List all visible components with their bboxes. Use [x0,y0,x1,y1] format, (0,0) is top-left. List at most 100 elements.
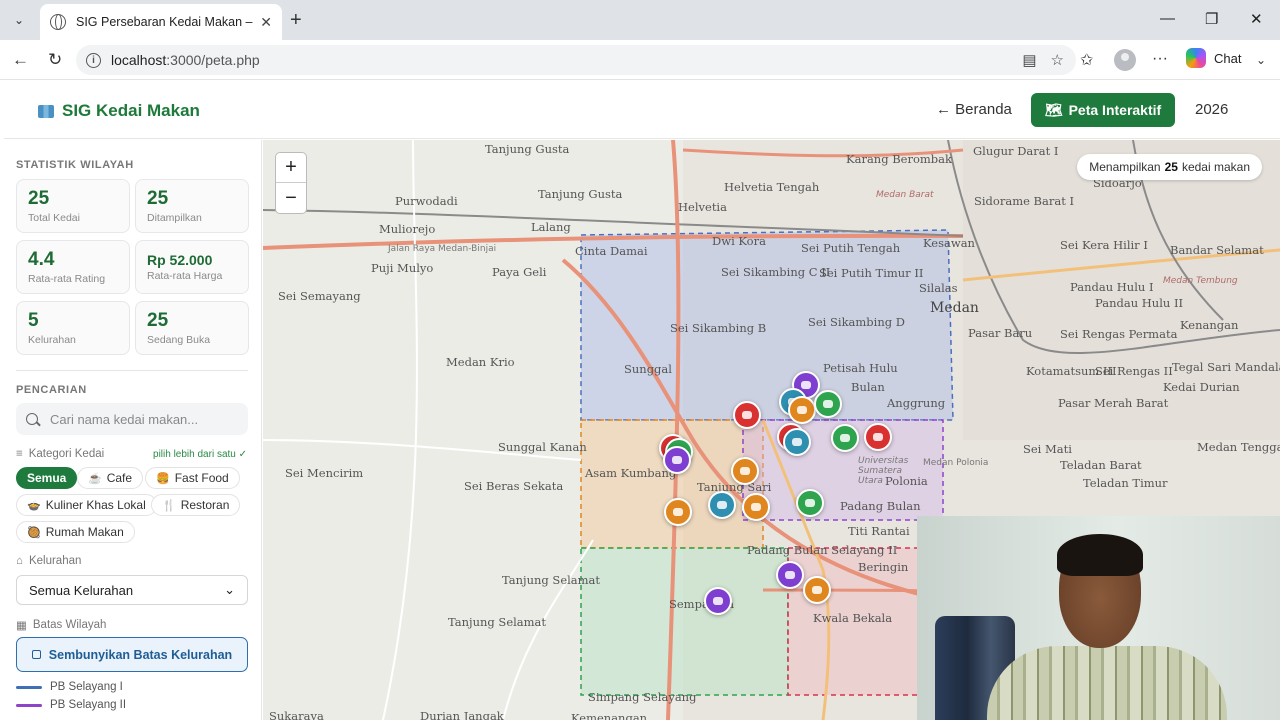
map-place-label: Sei Mati [1023,442,1072,456]
map-road-label: Jalan Raya Medan-Binjai [388,244,497,254]
map-place-label: Pasar Baru [968,326,1033,340]
stat-label: Sedang Buka [147,334,211,346]
chip-label: Semua [27,471,67,485]
category-chip-fast-food[interactable]: 🍔 Fast Food [145,467,240,489]
globe-icon [50,14,66,30]
boundary-label: Batas Wilayah [32,619,107,631]
results-counter: Menampilkan 25 kedai makan [1077,154,1262,180]
stat-card: Rp 52.000 Rata-rata Harga [135,240,249,294]
profile-avatar[interactable] [1114,49,1136,71]
map-place-label: Asam Kumbang [585,466,677,480]
map-marker[interactable] [704,587,732,615]
map-marker[interactable] [708,491,736,519]
counter-suffix: kedai makan [1181,160,1250,174]
map-place-label: Sidorame Barat I [974,194,1075,208]
map-place-label: Puji Mulyo [371,261,434,275]
toggle-boundary-button[interactable]: Sembunyikan Batas Kelurahan [16,637,248,672]
category-chip-kuliner-khas-lokal[interactable]: 🍲 Kuliner Khas Lokal [16,494,157,516]
close-window-icon[interactable]: ✕ [1250,10,1263,28]
stat-card: 4.4 Rata-rata Rating [16,240,130,294]
map-place-label: Padang Bulan Selayang II [747,543,898,557]
grid-icon: ▦ [16,620,27,632]
map-place-label: Sei Sikambing D [808,315,905,329]
map-place-label: Lalang [531,220,571,234]
map-place-label: Pasar Merah Barat [1058,396,1169,410]
map-place-label: Medan Polonia [923,458,989,468]
reload-icon[interactable]: ↻ [48,50,62,70]
map-place-label: Durian Jangak [420,709,504,720]
checkbox-icon [31,650,41,659]
map-place-label: Sei Sikambing C II [721,265,831,279]
district-polygon-green [580,547,789,696]
map-place-label: Sei Mencirim [285,466,364,480]
stat-label: Rata-rata Rating [28,273,106,285]
browser-tab[interactable]: SIG Persebaran Kedai Makan – Ked ✕ [40,4,282,40]
filter-icon: ≡ [16,448,23,460]
search-box[interactable] [16,403,248,435]
map-pin-icon: 🗺 [1044,101,1063,118]
search-input[interactable] [50,411,240,427]
map-marker[interactable] [733,401,761,429]
map-place-label: Dwi Kora [712,234,766,248]
map-place-label: Petisah Hulu [823,361,898,375]
map-marker[interactable] [864,423,892,451]
category-chip-rumah-makan[interactable]: 🥘 Rumah Makan [16,521,135,543]
brand[interactable]: SIG Kedai Makan [38,101,200,121]
zoom-in-button[interactable]: + [276,153,306,183]
kelurahan-label: Kelurahan [28,555,82,567]
new-tab-icon[interactable]: + [290,9,302,32]
stat-value: 25 [28,188,50,209]
stat-card: 25 Total Kedai [16,179,130,233]
copilot-chat-button[interactable]: Chat [1186,48,1241,68]
favorite-star-icon[interactable]: ☆ [1051,51,1064,69]
chat-label: Chat [1214,50,1242,66]
map-place-label: Muliorejo [379,222,436,236]
restore-icon[interactable]: ❐ [1205,10,1218,28]
counter-count: 25 [1164,160,1178,174]
minimize-icon[interactable]: — [1160,10,1175,27]
map-place-label: Sukaraya [269,709,324,720]
more-menu-icon[interactable]: ··· [1152,50,1168,68]
category-chip-restoran[interactable]: 🍴 Restoran [151,494,241,516]
zoom-out-button[interactable]: − [276,183,306,213]
zoom-control: + − [275,152,307,214]
map-marker[interactable] [814,390,842,418]
map-marker[interactable] [803,576,831,604]
map-marker[interactable] [776,561,804,589]
map-place-label: Anggrung [887,396,946,410]
kelurahan-select[interactable]: Semua Kelurahan ⌄ [16,575,248,605]
reader-mode-icon[interactable]: ▤ [1022,51,1036,69]
map-marker[interactable] [796,489,824,517]
favorites-icon[interactable]: ✩ [1080,50,1093,70]
map-marker[interactable] [664,498,692,526]
legend-item: PB Selayang I [16,681,123,693]
site-info-icon[interactable]: i [86,52,101,68]
sidebar: STATISTIK WILAYAH 25 Total Kedai 25 Dita… [4,140,262,720]
map-marker[interactable] [742,493,770,521]
map-place-label: Medan Barat [876,190,934,200]
chat-dropdown-icon[interactable]: ⌄ [1256,53,1266,67]
category-chip-cafe[interactable]: ☕ Cafe [77,467,144,489]
stat-value: 4.4 [28,249,55,270]
map-place-label: Medan Tenggara [1197,440,1280,454]
map-place-label: Tanjung Selamat [502,573,601,587]
nav-home-link[interactable]: ← Beranda [936,101,1012,118]
map-place-label: Bandar Selamat [1170,243,1264,257]
map-marker[interactable] [731,457,759,485]
category-chip-semua[interactable]: Semua [16,467,78,489]
tab-list-chevron-icon[interactable]: ⌄ [6,8,32,32]
map-place-label: Sei Putih Timur II [819,266,924,280]
map-place-label: Tanjung Gusta [485,142,570,156]
nav-map-button[interactable]: 🗺 Peta Interaktif [1031,93,1175,127]
chip-label: Cafe [106,471,133,485]
webcam-person-hair [1057,534,1143,576]
map-marker[interactable] [783,428,811,456]
close-tab-icon[interactable]: ✕ [260,14,272,31]
back-icon[interactable]: ← [12,50,29,70]
map-place-label: Sei Kera Hilir I [1060,238,1148,252]
tab-title: SIG Persebaran Kedai Makan – Ked [76,15,254,29]
map-marker[interactable] [663,446,691,474]
map-marker[interactable] [831,424,859,452]
url-field[interactable]: i localhost:3000/peta.php ▤ ☆ [76,45,1076,75]
map-marker[interactable] [788,396,816,424]
